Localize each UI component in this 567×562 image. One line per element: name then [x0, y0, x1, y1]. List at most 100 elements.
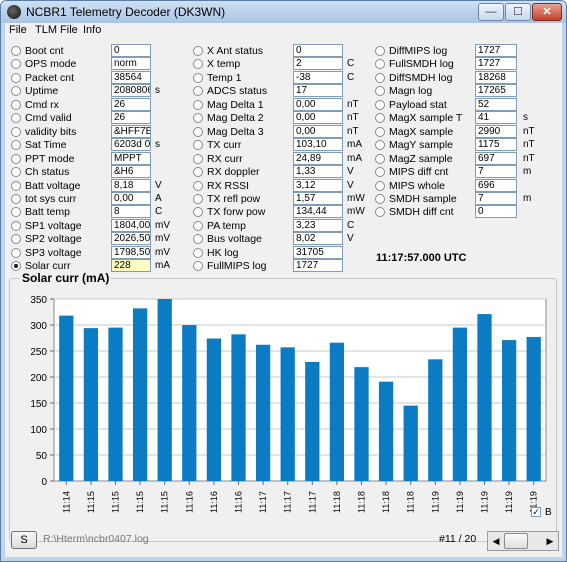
radio-mag-delta-1[interactable]: [193, 99, 203, 110]
radio-tot-sys-curr[interactable]: [11, 193, 21, 204]
menu-file[interactable]: File: [9, 24, 27, 36]
radio-ops-mode[interactable]: [11, 59, 21, 70]
value-diffsmdh-log[interactable]: 18268: [475, 70, 517, 84]
value-mag-delta-1[interactable]: 0,00: [293, 97, 343, 111]
value-sp2-voltage[interactable]: 2026,50: [111, 232, 151, 246]
radio-magz-sample[interactable]: [375, 153, 385, 164]
s-button[interactable]: S: [11, 531, 37, 549]
maximize-button[interactable]: ☐: [505, 3, 531, 21]
radio-uptime[interactable]: [11, 86, 21, 97]
menu-tlm-file[interactable]: TLM File: [35, 24, 78, 36]
value-tx-refl-pow[interactable]: 1,57: [293, 191, 343, 205]
radio-fullsmdh-log[interactable]: [375, 59, 385, 70]
value-magz-sample[interactable]: 697: [475, 151, 517, 165]
radio-fullmips-log[interactable]: [193, 261, 203, 272]
radio-ch-status[interactable]: [11, 167, 21, 178]
radio-tx-forw-pow[interactable]: [193, 207, 203, 218]
radio-rx-doppler[interactable]: [193, 167, 203, 178]
radio-mips-whole[interactable]: [375, 180, 385, 191]
value-fullsmdh-log[interactable]: 1727: [475, 57, 517, 71]
value-fullmips-log[interactable]: 1727: [293, 259, 343, 273]
value-smdh-diff-cnt[interactable]: 0: [475, 205, 517, 219]
radio-packet-cnt[interactable]: [11, 72, 21, 83]
value-sp1-voltage[interactable]: 1804,00: [111, 218, 151, 232]
value-rx-rssi[interactable]: 3,12: [293, 178, 343, 192]
radio-sp1-voltage[interactable]: [11, 220, 21, 231]
radio-cmd-rx[interactable]: [11, 99, 21, 110]
radio-smdh-diff-cnt[interactable]: [375, 207, 385, 218]
value-validity-bits[interactable]: &HFF7E: [111, 124, 151, 138]
value-packet-cnt[interactable]: 38564: [111, 70, 151, 84]
radio-temp-1[interactable]: [193, 72, 203, 83]
minimize-button[interactable]: —: [478, 3, 504, 21]
value-temp-1[interactable]: -38: [293, 70, 343, 84]
radio-cmd-valid[interactable]: [11, 113, 21, 124]
value-rx-curr[interactable]: 24,89: [293, 151, 343, 165]
value-solar-curr[interactable]: 228: [111, 259, 151, 273]
value-bus-voltage[interactable]: 8,02: [293, 232, 343, 246]
radio-x-ant-status[interactable]: [193, 46, 203, 56]
radio-mag-delta-3[interactable]: [193, 126, 203, 137]
value-mag-delta-3[interactable]: 0,00: [293, 124, 343, 138]
value-cmd-valid[interactable]: 26: [111, 111, 151, 125]
value-mips-whole[interactable]: 696: [475, 178, 517, 192]
value-rx-doppler[interactable]: 1,33: [293, 165, 343, 179]
value-batt-voltage[interactable]: 8,18: [111, 178, 151, 192]
value-magy-sample[interactable]: 1175: [475, 138, 517, 152]
radio-smdh-sample[interactable]: [375, 193, 385, 204]
radio-magn-log[interactable]: [375, 86, 385, 97]
value-diffmips-log[interactable]: 1727: [475, 44, 517, 57]
radio-batt-temp[interactable]: [11, 207, 21, 218]
value-mag-delta-2[interactable]: 0,00: [293, 111, 343, 125]
radio-batt-voltage[interactable]: [11, 180, 21, 191]
radio-magx-sample[interactable]: [375, 126, 385, 137]
radio-sp3-voltage[interactable]: [11, 247, 21, 258]
radio-pa-temp[interactable]: [193, 220, 203, 231]
radio-x-temp[interactable]: [193, 59, 203, 70]
radio-tx-curr[interactable]: [193, 140, 203, 151]
value-ppt-mode[interactable]: MPPT: [111, 151, 151, 165]
value-magn-log[interactable]: 17265: [475, 84, 517, 98]
value-sp3-voltage[interactable]: 1798,50: [111, 245, 151, 259]
value-magx-sample[interactable]: 2990: [475, 124, 517, 138]
radio-rx-curr[interactable]: [193, 153, 203, 164]
value-cmd-rx[interactable]: 26: [111, 97, 151, 111]
value-hk-log[interactable]: 31705: [293, 245, 343, 259]
radio-adcs-status[interactable]: [193, 86, 203, 97]
value-magx-sample-t[interactable]: 41: [475, 111, 517, 125]
value-tx-forw-pow[interactable]: 134,44: [293, 205, 343, 219]
value-adcs-status[interactable]: 17: [293, 84, 343, 98]
value-uptime[interactable]: 2080806: [111, 84, 151, 98]
value-boot-cnt[interactable]: 0: [111, 44, 151, 57]
close-button[interactable]: ✕: [532, 3, 562, 21]
radio-payload-stat[interactable]: [375, 99, 385, 110]
radio-hk-log[interactable]: [193, 247, 203, 258]
record-scrollbar[interactable]: ◀ ▶: [487, 531, 559, 551]
radio-sp2-voltage[interactable]: [11, 234, 21, 245]
value-pa-temp[interactable]: 3,23: [293, 218, 343, 232]
radio-sat-time[interactable]: [11, 140, 21, 151]
value-ops-mode[interactable]: norm: [111, 57, 151, 71]
b-checkbox[interactable]: ✓: [531, 507, 541, 517]
value-x-temp[interactable]: 2: [293, 57, 343, 71]
radio-diffsmdh-log[interactable]: [375, 72, 385, 83]
radio-solar-curr[interactable]: [11, 261, 21, 272]
value-payload-stat[interactable]: 52: [475, 97, 517, 111]
value-tot-sys-curr[interactable]: 0,00: [111, 191, 151, 205]
value-ch-status[interactable]: &H6: [111, 165, 151, 179]
radio-ppt-mode[interactable]: [11, 153, 21, 164]
radio-magx-sample-t[interactable]: [375, 113, 385, 124]
radio-validity-bits[interactable]: [11, 126, 21, 137]
value-x-ant-status[interactable]: 0: [293, 44, 343, 57]
value-sat-time[interactable]: 6203d 04: [111, 138, 151, 152]
radio-mag-delta-2[interactable]: [193, 113, 203, 124]
value-mips-diff-cnt[interactable]: 7: [475, 165, 517, 179]
scroll-right-arrow-icon[interactable]: ▶: [543, 533, 557, 549]
radio-mips-diff-cnt[interactable]: [375, 167, 385, 178]
value-batt-temp[interactable]: 8: [111, 205, 151, 219]
value-tx-curr[interactable]: 103,10: [293, 138, 343, 152]
radio-boot-cnt[interactable]: [11, 46, 21, 56]
menu-info[interactable]: Info: [83, 24, 101, 36]
radio-tx-refl-pow[interactable]: [193, 193, 203, 204]
scroll-left-arrow-icon[interactable]: ◀: [489, 533, 503, 549]
